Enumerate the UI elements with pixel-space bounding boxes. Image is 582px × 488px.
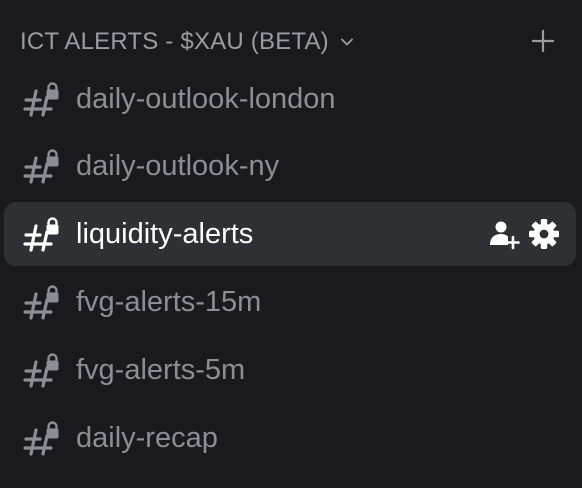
hashtag-lock-icon (23, 285, 59, 320)
channel-sidebar: ICT ALERTS - $XAU (BETA) daily-outlook-l… (0, 0, 582, 488)
gear-icon[interactable] (528, 218, 560, 250)
channel-category-header: ICT ALERTS - $XAU (BETA) (0, 22, 582, 62)
category-title: ICT ALERTS - $XAU (BETA) (20, 28, 329, 55)
channel-actions (488, 218, 560, 250)
hashtag-lock-icon (23, 421, 59, 456)
add-member-icon[interactable] (488, 218, 520, 250)
channel-item-liquidity-alerts[interactable]: liquidity-alerts (4, 202, 576, 266)
category-toggle[interactable]: ICT ALERTS - $XAU (BETA) (20, 22, 355, 62)
channel-name: daily-recap (76, 422, 218, 454)
chevron-down-icon (340, 38, 353, 46)
channel-item-fvg-alerts-5m[interactable]: fvg-alerts-5m (4, 338, 576, 402)
channel-name: daily-outlook-london (76, 83, 336, 115)
channel-item-daily-recap[interactable]: daily-recap (4, 406, 576, 470)
hashtag-lock-icon (23, 217, 59, 252)
channel-name: daily-outlook-ny (76, 150, 280, 182)
plus-icon[interactable] (530, 28, 556, 54)
hashtag-lock-icon (23, 82, 59, 117)
channel-name: fvg-alerts-5m (76, 354, 246, 386)
channel-name: fvg-alerts-15m (76, 286, 262, 318)
hashtag-lock-icon (23, 353, 59, 388)
channel-item-daily-outlook-ny[interactable]: daily-outlook-ny (4, 134, 576, 198)
channel-item-daily-outlook-london[interactable]: daily-outlook-london (4, 67, 576, 131)
channel-name: liquidity-alerts (76, 218, 254, 250)
channel-item-fvg-alerts-15m[interactable]: fvg-alerts-15m (4, 270, 576, 334)
hashtag-lock-icon (23, 149, 59, 184)
